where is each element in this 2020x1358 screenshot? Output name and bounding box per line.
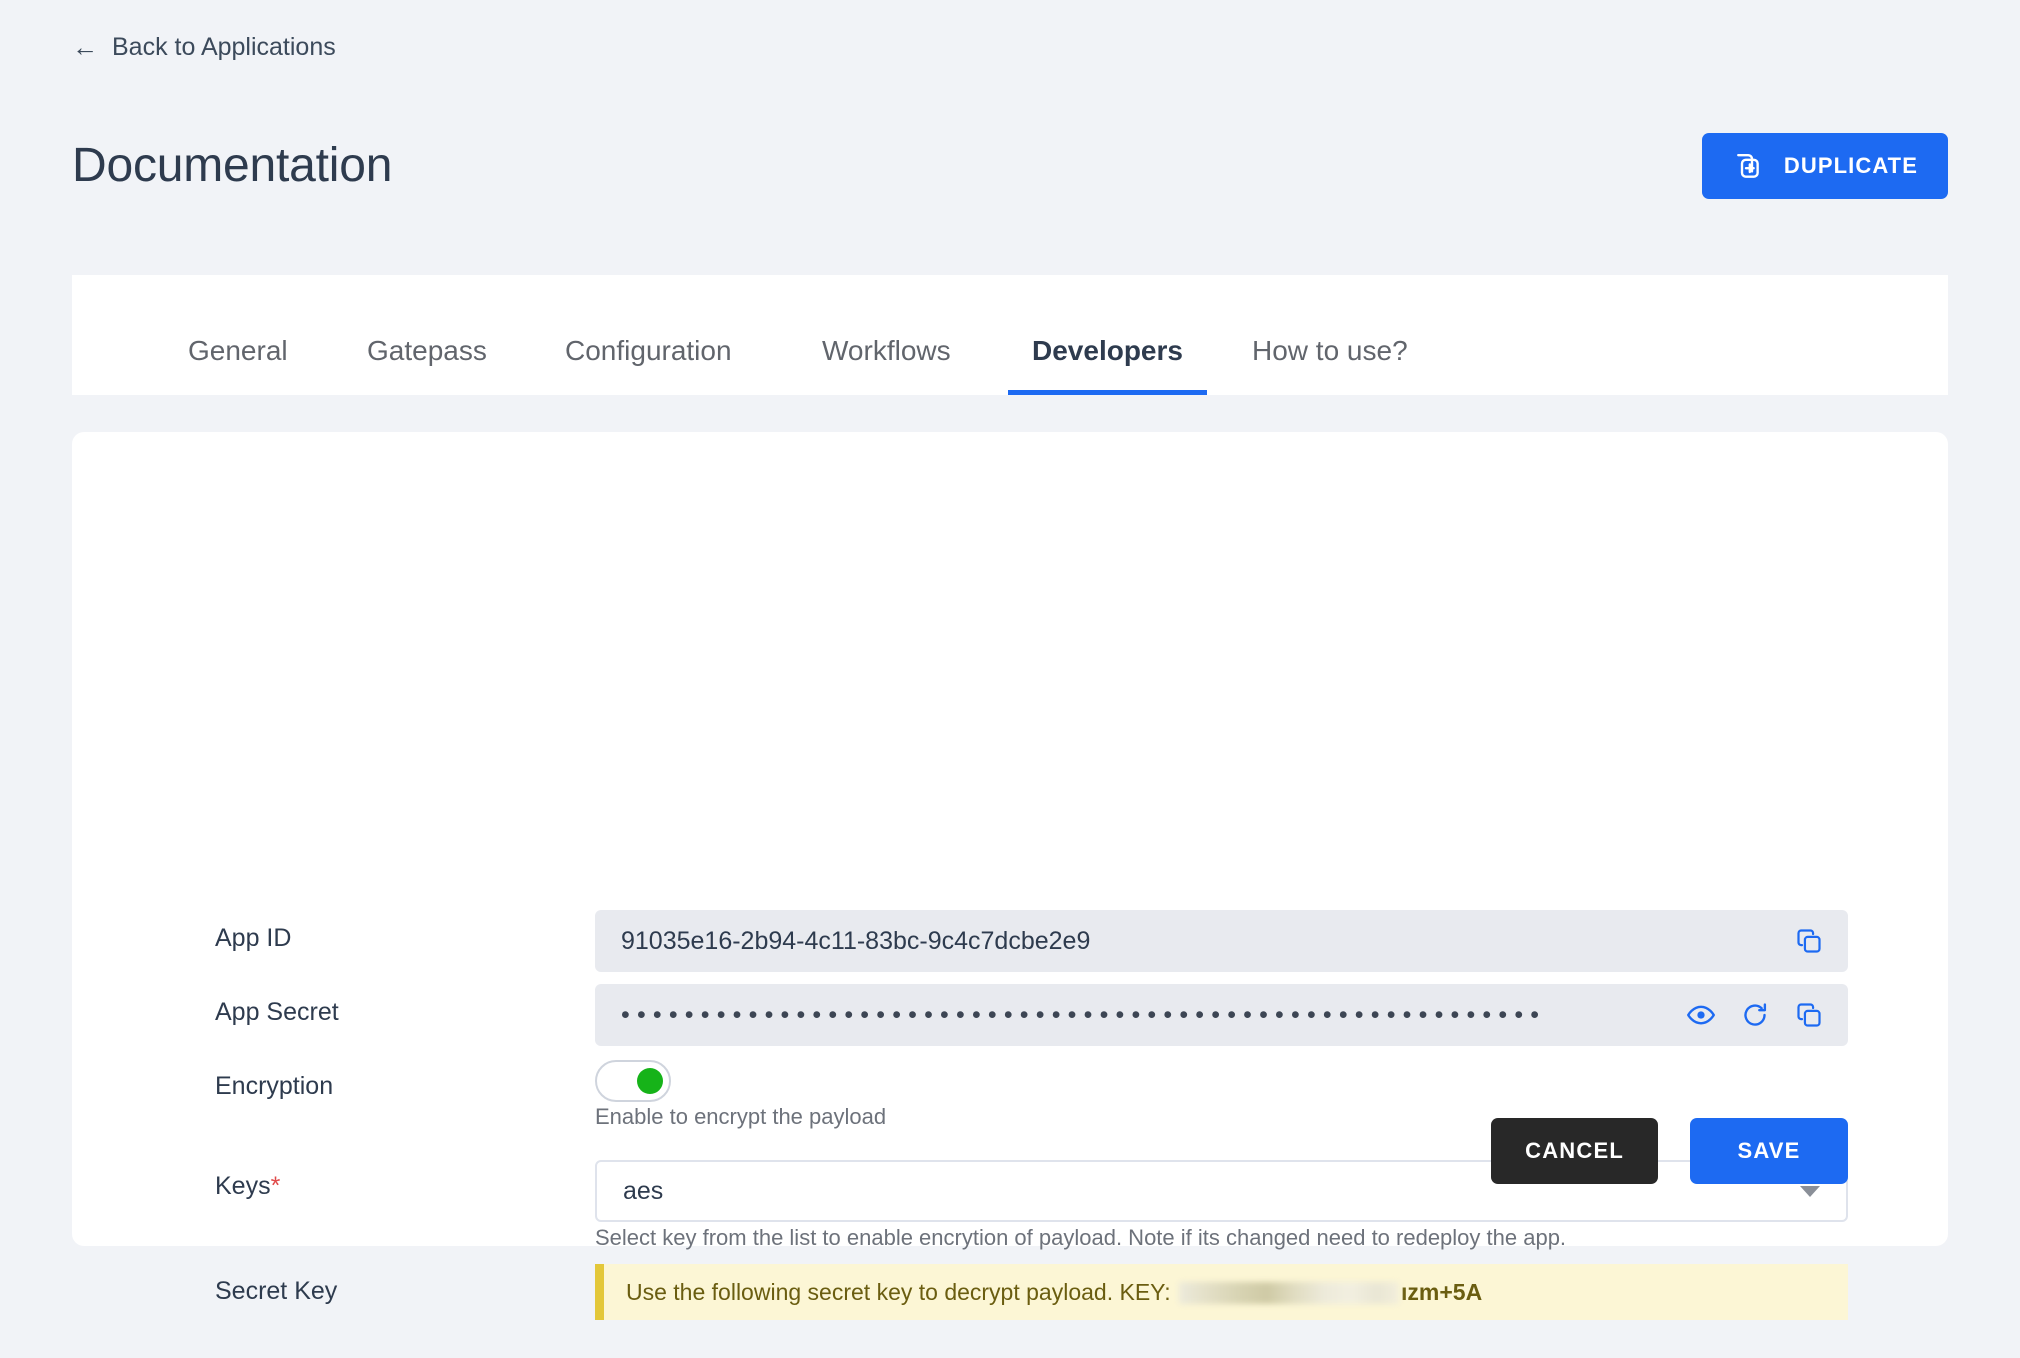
keys-helper-text: Select key from the list to enable encry… bbox=[595, 1225, 1567, 1250]
tab-configuration[interactable]: Configuration bbox=[565, 335, 732, 395]
secret-key-redacted bbox=[1179, 1282, 1400, 1305]
chevron-down-icon bbox=[1800, 1185, 1820, 1197]
app-id-label: App ID bbox=[215, 924, 292, 952]
tab-bar: General Gatepass Configuration Workflows Dev… bbox=[72, 275, 1948, 395]
encryption-toggle[interactable] bbox=[595, 1060, 671, 1102]
developers-panel: App ID 91035e16-2b94-4c11-83bc-9c4c7dcbe… bbox=[72, 432, 1948, 1320]
encryption-label: Encryption bbox=[215, 1072, 334, 1100]
copy-icon[interactable] bbox=[1782, 988, 1836, 1042]
secret-key-banner: Use the following secret key to decrypt … bbox=[595, 1264, 1848, 1320]
duplicate-button-label: DUPLICATE bbox=[1783, 153, 1918, 178]
tab-label: Configuration bbox=[565, 335, 732, 366]
keys-label: Keys* bbox=[215, 1172, 280, 1201]
back-to-applications-link[interactable]: ← Back to Applications bbox=[72, 33, 336, 62]
secret-key-label: Secret Key bbox=[215, 1277, 338, 1305]
cancel-button[interactable]: CANCEL bbox=[1491, 1118, 1658, 1184]
tab-label: Workflows bbox=[822, 335, 951, 366]
secret-key-visible-tail: ızm+5A bbox=[1401, 1278, 1483, 1305]
tab-developers[interactable]: Developers bbox=[1008, 335, 1207, 395]
secret-key-banner-text: Use the following secret key to decrypt … bbox=[626, 1279, 1482, 1306]
tab-label: Developers bbox=[1032, 335, 1183, 366]
tab-label: How to use? bbox=[1252, 335, 1408, 366]
page-title: Documentation bbox=[72, 139, 393, 192]
developers-form: App ID 91035e16-2b94-4c11-83bc-9c4c7dcbe… bbox=[72, 432, 1948, 1320]
duplicate-plus-icon bbox=[1732, 151, 1762, 181]
app-page: ← Back to Applications Documentation DUP… bbox=[0, 0, 2020, 1358]
toggle-knob bbox=[637, 1068, 663, 1094]
tab-label: Gatepass bbox=[367, 335, 487, 366]
arrow-left-icon: ← bbox=[72, 31, 98, 62]
secret-key-banner-prefix: Use the following secret key to decrypt … bbox=[626, 1278, 1171, 1305]
app-secret-label: App Secret bbox=[215, 998, 339, 1026]
tab-gatepass[interactable]: Gatepass bbox=[367, 335, 487, 395]
page-header: Documentation DUPLICATE bbox=[72, 128, 1948, 204]
app-id-field: 91035e16-2b94-4c11-83bc-9c4c7dcbe2e9 bbox=[595, 910, 1848, 972]
app-secret-field: ••••••••••••••••••••••••••••••••••••••••… bbox=[595, 984, 1848, 1046]
back-link-label: Back to Applications bbox=[112, 33, 336, 61]
duplicate-button[interactable]: DUPLICATE bbox=[1701, 133, 1948, 199]
app-id-value: 91035e16-2b94-4c11-83bc-9c4c7dcbe2e9 bbox=[621, 926, 1091, 955]
copy-icon[interactable] bbox=[1782, 914, 1836, 968]
tab-workflows[interactable]: Workflows bbox=[822, 335, 951, 395]
save-button[interactable]: SAVE bbox=[1690, 1118, 1848, 1184]
required-marker: * bbox=[270, 1172, 281, 1200]
encryption-helper-text: Enable to encrypt the payload bbox=[595, 1104, 887, 1129]
eye-icon[interactable] bbox=[1674, 988, 1728, 1042]
tab-label: General bbox=[188, 335, 288, 366]
app-secret-masked-value: ••••••••••••••••••••••••••••••••••••••••… bbox=[621, 1002, 1547, 1028]
tab-general[interactable]: General bbox=[188, 335, 288, 395]
refresh-icon[interactable] bbox=[1728, 988, 1782, 1042]
tab-how-to-use[interactable]: How to use? bbox=[1252, 335, 1408, 395]
keys-label-text: Keys bbox=[215, 1172, 271, 1200]
form-actions: CANCEL SAVE bbox=[1491, 1118, 1848, 1184]
